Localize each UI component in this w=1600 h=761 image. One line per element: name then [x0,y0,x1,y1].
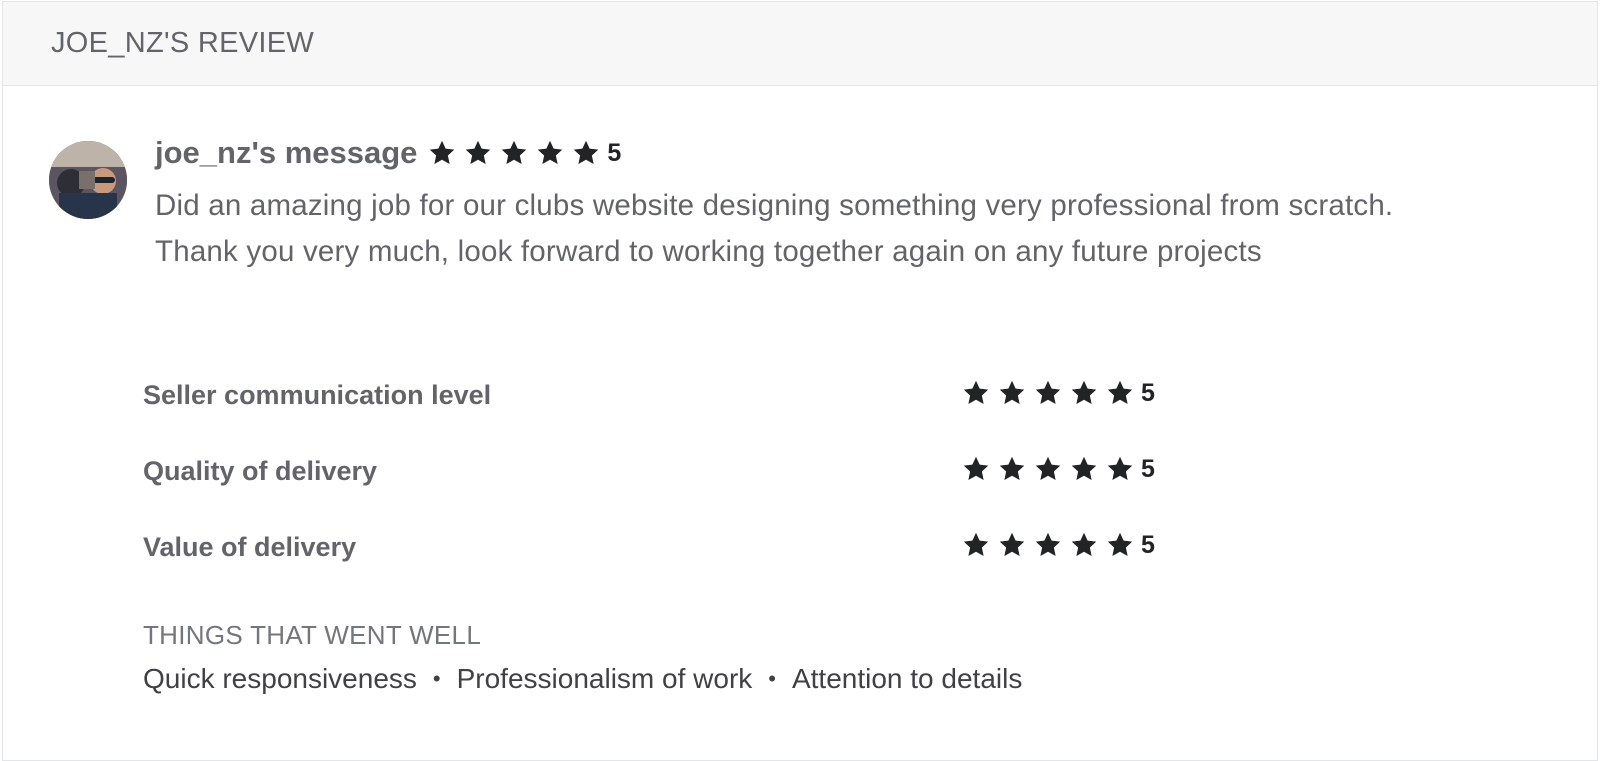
rating-score: 5 [1141,378,1155,407]
star-icon [997,378,1027,408]
avatar[interactable] [49,141,127,219]
message-rating-score: 5 [607,138,622,167]
rating-stars: 5 [961,378,1155,408]
review-message-section: joe_nz's message 5 Did an amazing job fo… [49,135,1455,275]
star-icon [997,530,1027,560]
review-header-title: JOE_NZ'S REVIEW [51,27,315,59]
star-icon [1069,454,1099,484]
message-rating-stars [427,138,607,168]
things-went-well-section: THINGS THAT WENT WELL Quick responsivene… [143,620,1022,695]
star-icon [499,138,529,168]
star-icon [961,378,991,408]
message-title: joe_nz's message [155,135,418,170]
star-icon [1105,530,1135,560]
rating-label: Quality of delivery [143,456,378,486]
went-well-tags: Quick responsiveness • Professionalism o… [143,663,1022,695]
rating-row-communication: Seller communication level 5 [143,374,1243,450]
star-icon [961,530,991,560]
went-well-tag: Professionalism of work [456,663,753,694]
tag-separator: • [432,666,441,691]
rating-row-quality: Quality of delivery 5 [143,450,1243,526]
star-icon [1069,378,1099,408]
rating-breakdown: Seller communication level 5 Quality of … [143,374,1243,602]
rating-score: 5 [1141,530,1155,559]
review-header: JOE_NZ'S REVIEW [3,2,1597,86]
tag-separator: • [768,666,776,691]
star-icon [427,138,457,168]
rating-row-value: Value of delivery 5 [143,526,1243,602]
went-well-title: THINGS THAT WENT WELL [143,620,482,650]
rating-label: Value of delivery [143,532,357,562]
review-body: joe_nz's message 5 Did an amazing job fo… [155,135,1455,275]
review-text: Did an amazing job for our clubs website… [155,189,1394,268]
rating-score: 5 [1141,454,1155,483]
went-well-tag: Quick responsiveness [143,663,417,694]
star-icon [1033,530,1063,560]
star-icon [1069,530,1099,560]
star-icon [1105,454,1135,484]
rating-stars: 5 [961,454,1155,484]
star-icon [961,454,991,484]
star-icon [1105,378,1135,408]
message-heading-row: joe_nz's message 5 [155,135,1455,170]
review-card: JOE_NZ'S REVIEW joe_nz's message 5 Did a… [2,1,1598,761]
went-well-tag: Attention to details [791,663,1023,694]
star-icon [1033,454,1063,484]
star-icon [1033,378,1063,408]
star-icon [997,454,1027,484]
rating-label: Seller communication level [143,380,492,410]
star-icon [463,138,493,168]
rating-stars: 5 [961,530,1155,560]
avatar-photo-icon [49,141,127,219]
star-icon [571,138,601,168]
star-icon [535,138,565,168]
